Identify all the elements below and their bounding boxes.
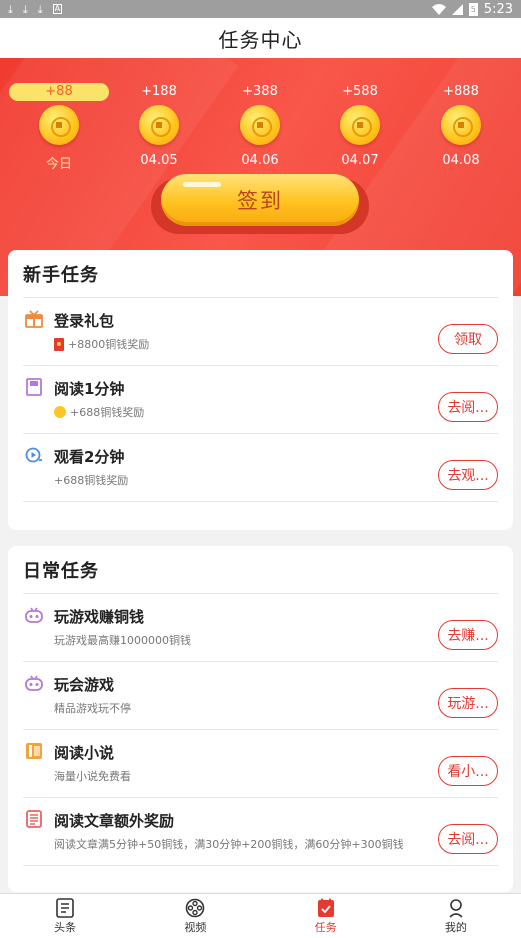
video-icon (25, 447, 42, 463)
task-action-button[interactable]: 去阅... (438, 824, 498, 854)
task-desc: +688铜钱奖励 (54, 474, 129, 487)
book-icon (26, 378, 42, 396)
battery-icon: 5 (468, 2, 478, 16)
nav-label: 头条 (54, 921, 77, 934)
nav-label: 我的 (444, 921, 467, 934)
nav-item-news[interactable]: 头条 (0, 894, 130, 938)
checkin-day[interactable]: +588 04.07 (310, 80, 410, 168)
task-item: 玩会游戏 精品游戏玩不停 玩游... (23, 662, 498, 730)
download-icon: ⤓ (37, 2, 43, 16)
task-desc: 玩游戏最高赚1000000铜钱 (54, 634, 191, 647)
task-desc: 精品游戏玩不停 (54, 702, 131, 715)
nav-item-video[interactable]: 视频 (130, 894, 260, 938)
task-desc: +688铜钱奖励 (54, 404, 144, 420)
coin-icon (139, 105, 179, 145)
task-action-button[interactable]: 玩游... (438, 688, 498, 718)
task-name: 玩会游戏 (54, 676, 115, 694)
task-item: 阅读1分钟 +688铜钱奖励 去阅... (23, 366, 498, 434)
film-reel-icon (186, 898, 205, 918)
page-title: 任务中心 (218, 27, 303, 52)
task-name: 阅读小说 (54, 744, 115, 762)
section-title: 新手任务 (23, 250, 498, 298)
bottom-nav: 头条 视频 任务 我的 (0, 893, 521, 938)
coin-icon (240, 105, 280, 145)
status-time: 5:23 (483, 1, 513, 17)
task-item: 阅读文章额外奖励 阅读文章满5分钟+50铜钱，满30分钟+200铜钱，满60分钟… (23, 798, 498, 866)
signal-icon (451, 3, 463, 15)
checkin-day[interactable]: +388 04.06 (210, 80, 310, 168)
coin-icon (54, 406, 66, 418)
task-name: 阅读1分钟 (54, 380, 125, 398)
checkin-amount: +88 (9, 83, 109, 101)
task-item: 阅读小说 海量小说免费看 看小... (23, 730, 498, 798)
task-name: 登录礼包 (54, 312, 115, 330)
checkin-amount: +188 (141, 84, 177, 99)
gamepad-icon (25, 607, 43, 623)
novel-icon (26, 743, 42, 759)
checkin-day[interactable]: +188 04.05 (109, 80, 209, 168)
coin-icon (441, 105, 481, 145)
news-icon (56, 898, 74, 918)
task-action-button[interactable]: 去观... (438, 460, 498, 490)
section-title: 日常任务 (23, 546, 498, 594)
red-packet-icon (54, 337, 64, 351)
coin-icon (39, 105, 79, 145)
wifi-icon (431, 3, 446, 15)
nav-label: 视频 (184, 921, 207, 934)
daily-tasks-card: 日常任务 玩游戏赚铜钱 玩游戏最高赚1000000铜钱 去赚... 玩会游戏 精… (8, 546, 513, 892)
profile-icon (449, 899, 463, 918)
task-desc: +8800铜钱奖励 (54, 336, 149, 352)
task-action-button[interactable]: 去阅... (438, 392, 498, 422)
coin-icon (340, 105, 380, 145)
task-action-button[interactable]: 去赚... (438, 620, 498, 650)
task-action-button[interactable]: 看小... (438, 756, 498, 786)
notification-icon: A (52, 4, 63, 14)
task-action-button[interactable]: 领取 (438, 324, 498, 354)
signin-button[interactable]: 签到 (161, 174, 359, 226)
checkin-date: 04.06 (241, 153, 279, 168)
task-name: 玩游戏赚铜钱 (54, 608, 145, 626)
task-desc: 阅读文章满5分钟+50铜钱，满30分钟+200铜钱，满60分钟+300铜钱 (54, 838, 404, 851)
task-item: 玩游戏赚铜钱 玩游戏最高赚1000000铜钱 去赚... (23, 594, 498, 662)
newbie-tasks-card: 新手任务 登录礼包 +8800铜钱奖励 领取 阅读1分钟 +688铜钱奖励 去阅… (8, 250, 513, 530)
checkin-date: 04.05 (140, 153, 178, 168)
article-icon (26, 810, 42, 828)
nav-item-tasks[interactable]: 任务 (261, 894, 391, 938)
task-icon (317, 898, 334, 917)
nav-label: 任务 (314, 921, 337, 934)
checkin-day[interactable]: +888 04.08 (411, 80, 511, 168)
title-bar: 任务中心 (0, 18, 521, 58)
checkin-date: 04.07 (341, 153, 379, 168)
task-name: 阅读文章额外奖励 (54, 812, 175, 830)
checkin-amount: +588 (342, 84, 378, 99)
status-bar: ⤓ ⤓ ⤓ A 5 5:23 (0, 0, 521, 18)
checkin-amount: +888 (443, 84, 479, 99)
task-item: 观看2分钟 +688铜钱奖励 去观... (23, 434, 498, 502)
download-icon: ⤓ (22, 2, 28, 16)
checkin-amount: +388 (242, 84, 278, 99)
checkin-date: 今日 (45, 157, 72, 172)
checkin-day-today[interactable]: +88 今日 (9, 80, 109, 172)
gift-icon (25, 310, 43, 328)
nav-item-profile[interactable]: 我的 (391, 894, 521, 938)
gamepad-icon (25, 675, 43, 691)
checkin-date: 04.08 (442, 153, 480, 168)
download-icon: ⤓ (8, 2, 13, 16)
task-desc: 海量小说免费看 (54, 770, 131, 783)
task-name: 观看2分钟 (54, 448, 125, 466)
task-item: 登录礼包 +8800铜钱奖励 领取 (23, 298, 498, 366)
